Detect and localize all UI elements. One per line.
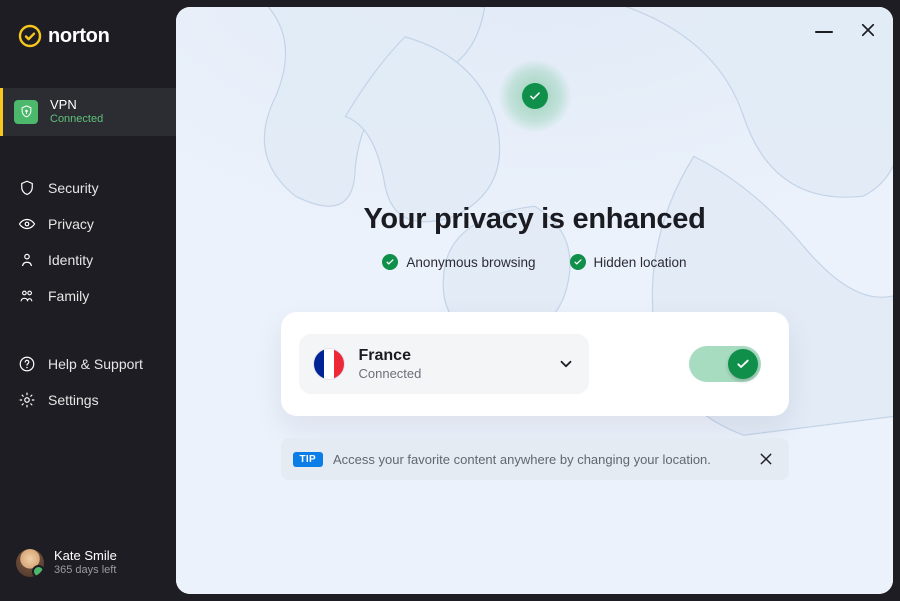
id-icon — [18, 251, 36, 269]
vpn-text: VPN Connected — [50, 98, 103, 126]
chevron-down-icon — [557, 355, 575, 373]
sidebar-item-vpn[interactable]: VPN Connected — [0, 88, 176, 136]
vpn-status: Connected — [50, 113, 103, 126]
location-selector[interactable]: France Connected — [299, 334, 589, 394]
headline: Your privacy is enhanced — [363, 203, 705, 236]
tip-text: Access your favorite content anywhere by… — [333, 452, 745, 467]
sidebar-item-security[interactable]: Security — [0, 170, 176, 206]
nav-primary: Security Privacy Identity Family — [0, 170, 176, 314]
help-icon — [18, 355, 36, 373]
app-window: norton VPN Connected Security — [0, 0, 900, 601]
sidebar-item-identity[interactable]: Identity — [0, 242, 176, 278]
nav-label: Security — [48, 180, 99, 196]
family-icon — [18, 287, 36, 305]
location-text: France Connected — [359, 346, 422, 382]
spacer — [0, 314, 176, 346]
user-account[interactable]: Kate Smile 365 days left — [0, 532, 176, 601]
toggle-knob-check-icon — [728, 349, 758, 379]
feature-anonymous-browsing: Anonymous browsing — [382, 254, 535, 270]
nav-secondary: Help & Support Settings — [0, 346, 176, 418]
location-area: France Connected — [299, 334, 589, 394]
norton-logo-icon — [18, 24, 42, 48]
feature-row: Anonymous browsing Hidden location — [382, 254, 686, 270]
content: Your privacy is enhanced Anonymous brows… — [281, 59, 789, 480]
close-button[interactable] — [857, 19, 879, 41]
eye-icon — [18, 215, 36, 233]
location-status: Connected — [359, 366, 422, 382]
location-country: France — [359, 346, 422, 366]
tip-bar: TIP Access your favorite content anywher… — [281, 438, 789, 480]
check-icon — [382, 254, 398, 270]
nav-label: Settings — [48, 392, 99, 408]
brand-logo: norton — [0, 0, 176, 68]
spacer — [0, 136, 176, 170]
feature-label: Anonymous browsing — [406, 255, 535, 270]
brand-name: norton — [48, 25, 110, 48]
sidebar-item-help[interactable]: Help & Support — [0, 346, 176, 382]
user-subscription: 365 days left — [54, 564, 117, 577]
nav-label: Family — [48, 288, 89, 304]
tip-chip: TIP — [293, 452, 323, 467]
sidebar: norton VPN Connected Security — [0, 0, 176, 601]
nav-label: Help & Support — [48, 356, 143, 372]
location-marker — [498, 59, 572, 133]
avatar — [16, 549, 44, 577]
check-circle-icon — [522, 83, 548, 109]
minimize-button[interactable] — [813, 19, 835, 41]
connection-card: France Connected — [281, 312, 789, 416]
nav-label: Privacy — [48, 216, 94, 232]
vpn-toggle[interactable] — [689, 346, 761, 382]
spacer — [0, 418, 176, 533]
check-icon — [570, 254, 586, 270]
sidebar-item-settings[interactable]: Settings — [0, 382, 176, 418]
feature-hidden-location: Hidden location — [570, 254, 687, 270]
feature-label: Hidden location — [594, 255, 687, 270]
nav-label: Identity — [48, 252, 93, 268]
sidebar-item-privacy[interactable]: Privacy — [0, 206, 176, 242]
shield-icon — [18, 179, 36, 197]
window-controls — [813, 19, 879, 41]
user-name: Kate Smile — [54, 548, 117, 564]
settings-icon — [18, 391, 36, 409]
flag-france-icon — [313, 348, 345, 380]
user-text: Kate Smile 365 days left — [54, 548, 117, 577]
main-panel: Your privacy is enhanced Anonymous brows… — [176, 7, 893, 594]
sidebar-item-family[interactable]: Family — [0, 278, 176, 314]
tip-close-button[interactable] — [755, 448, 777, 470]
vpn-title: VPN — [50, 98, 103, 113]
spacer — [0, 68, 176, 88]
vpn-shield-icon — [14, 100, 38, 124]
